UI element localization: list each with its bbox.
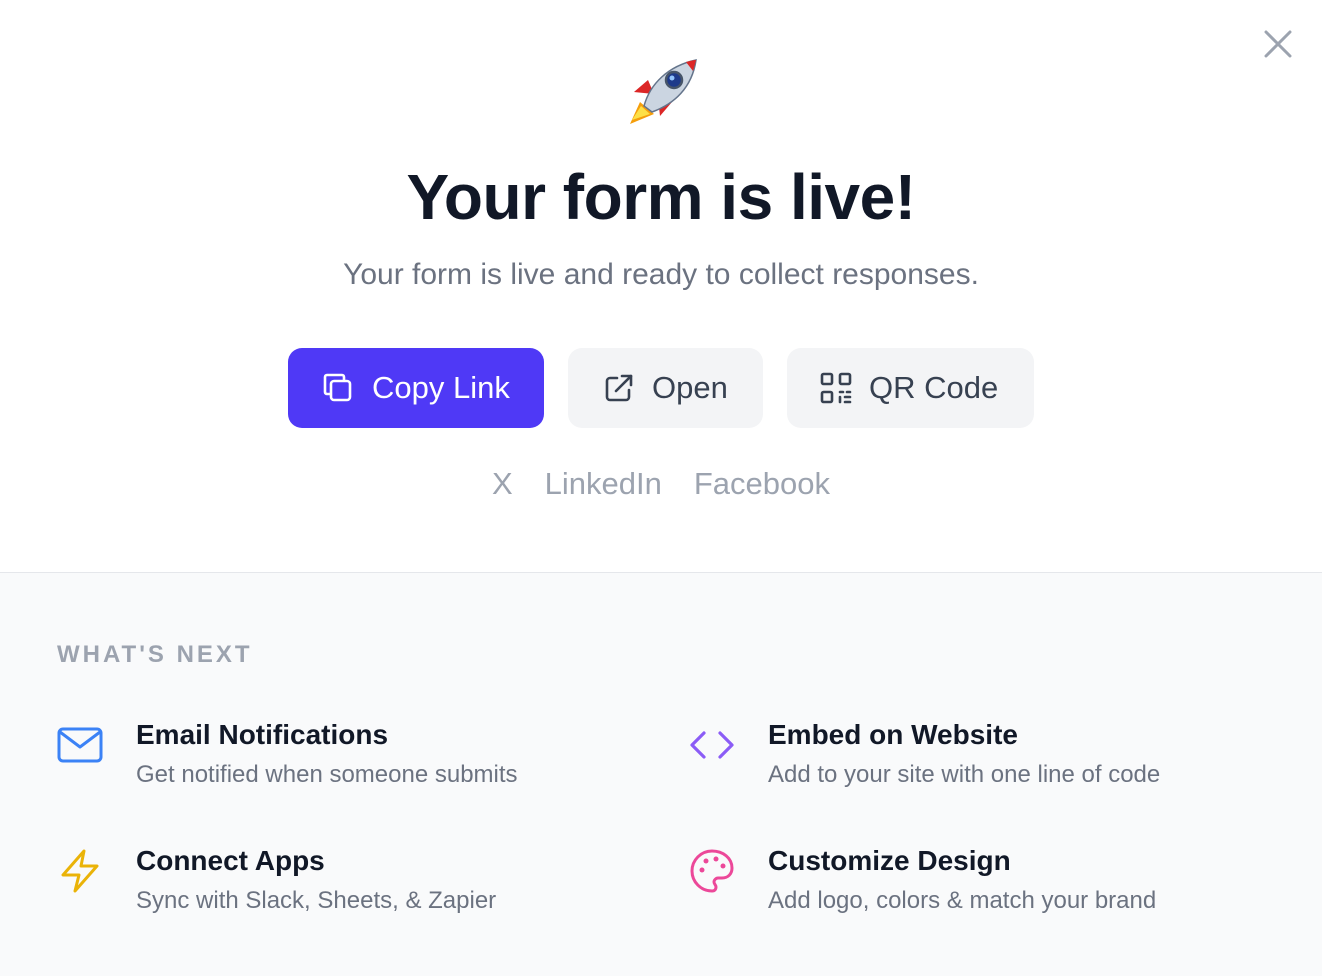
feature-title: Customize Design	[768, 845, 1011, 876]
copy-icon	[323, 373, 352, 402]
feature-title: Email Notifications	[136, 719, 389, 750]
whats-next-section: WHAT'S NEXT Email Notifications Get noti…	[0, 572, 1322, 976]
form-live-modal: Your form is live! Your form is live and…	[0, 0, 1322, 976]
feature-description: Get notified when someone submits	[136, 761, 518, 788]
qr-code-label: QR Code	[869, 370, 999, 405]
feature-embed-website[interactable]: Embed on Website Add to your site with o…	[688, 719, 1248, 799]
page-subtitle: Your form is live and ready to collect r…	[343, 258, 979, 291]
external-link-icon	[605, 374, 633, 402]
share-linkedin-link[interactable]: LinkedIn	[545, 466, 662, 502]
copy-link-label: Copy Link	[372, 370, 510, 405]
hero-section: Your form is live! Your form is live and…	[0, 0, 1322, 572]
qr-code-icon	[820, 372, 852, 404]
mail-icon	[57, 727, 103, 763]
share-x-link[interactable]: X	[492, 466, 513, 502]
feature-customize-design[interactable]: Customize Design Add logo, colors & matc…	[688, 845, 1248, 925]
code-icon	[690, 731, 734, 759]
feature-description: Add to your site with one line of code	[768, 761, 1161, 788]
open-button[interactable]: Open	[568, 348, 763, 428]
feature-title: Embed on Website	[768, 719, 1018, 750]
page-title: Your form is live!	[406, 161, 916, 233]
lightning-icon	[61, 849, 99, 893]
feature-email-notifications[interactable]: Email Notifications Get notified when so…	[56, 719, 616, 799]
feature-connect-apps[interactable]: Connect Apps Sync with Slack, Sheets, & …	[56, 845, 616, 925]
copy-link-button[interactable]: Copy Link	[288, 348, 544, 428]
feature-title: Connect Apps	[136, 845, 325, 876]
feature-description: Sync with Slack, Sheets, & Zapier	[136, 887, 497, 914]
open-label: Open	[652, 370, 728, 405]
palette-icon	[690, 849, 734, 893]
action-buttons: Copy Link Open QR Code	[0, 348, 1322, 428]
share-facebook-link[interactable]: Facebook	[694, 466, 830, 502]
feature-description: Add logo, colors & match your brand	[768, 887, 1157, 914]
share-links: X LinkedIn Facebook	[0, 466, 1322, 502]
rocket-icon	[630, 59, 697, 124]
qr-code-button[interactable]: QR Code	[787, 348, 1034, 428]
section-label: WHAT'S NEXT	[57, 641, 253, 668]
